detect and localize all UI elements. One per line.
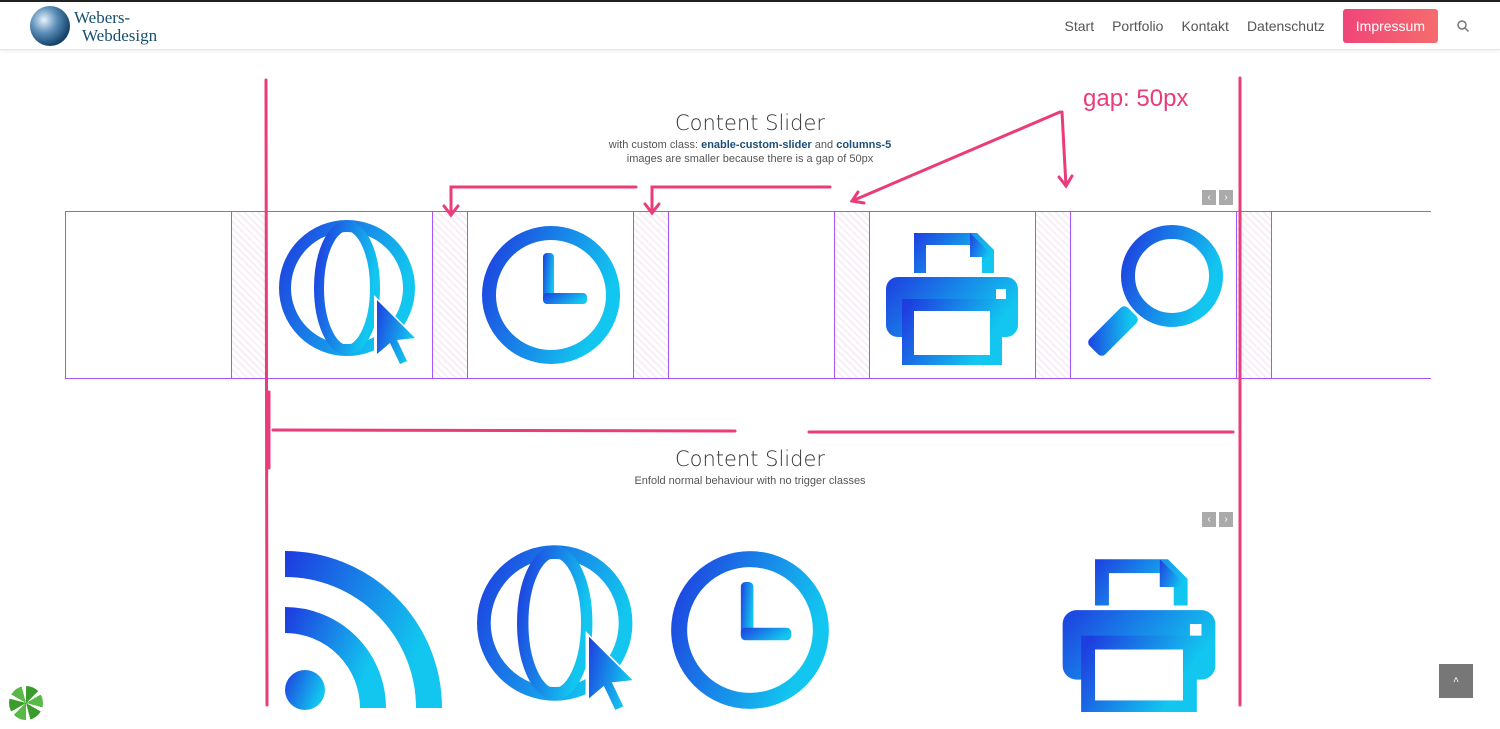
annotation-overlay xyxy=(264,76,1242,707)
back-to-top-button[interactable]: ˄ xyxy=(1439,664,1473,698)
gap-annotation-label: gap: 50px xyxy=(1083,85,1189,112)
eco-badge-icon[interactable] xyxy=(9,686,43,720)
